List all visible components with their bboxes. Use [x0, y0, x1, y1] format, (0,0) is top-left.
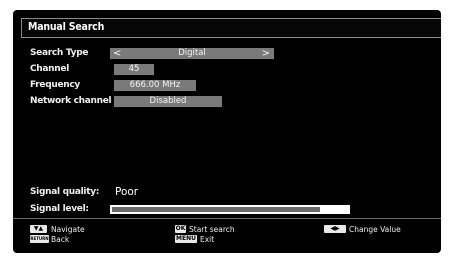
signal-quality-label: Signal quality: [30, 187, 100, 197]
menu-key-icon: MENU [175, 235, 197, 243]
navigate-hint: Navigate [51, 225, 85, 234]
signal-level-fill [112, 207, 320, 212]
start-search-hint: Start search [189, 225, 235, 234]
signal-level-label: Signal level: [30, 204, 89, 214]
network-scan-value: Disabled [149, 96, 187, 106]
left-right-keys-icon: ◀▶ [324, 225, 346, 233]
up-down-keys-icon: ▼▲ [30, 225, 47, 233]
arrow-right-icon[interactable]: > [262, 48, 270, 59]
search-type-value: Digital [178, 48, 206, 58]
return-key-icon: RETURN [30, 235, 49, 243]
footer-divider [13, 218, 441, 219]
tv-screen: Manual Search Search Type < Digital > Ch… [13, 10, 441, 253]
title-bar: Manual Search [21, 18, 441, 38]
signal-quality-value: Poor [115, 186, 139, 198]
channel-field[interactable]: 45 [114, 64, 154, 75]
page-title: Manual Search [28, 21, 105, 33]
frequency-value: 666.00 MHz [129, 80, 181, 90]
change-value-hint: Change Value [349, 225, 401, 234]
ok-key-icon: OK [175, 225, 186, 233]
network-scan-field[interactable]: Disabled [114, 96, 222, 107]
arrow-left-icon[interactable]: < [113, 48, 121, 59]
search-type-selector[interactable]: < Digital > [110, 48, 274, 59]
channel-value: 45 [128, 64, 140, 74]
exit-hint: Exit [200, 235, 215, 244]
back-hint: Back [51, 235, 70, 244]
frequency-label: Frequency [30, 80, 80, 90]
search-type-label: Search Type [30, 48, 89, 58]
channel-label: Channel [30, 64, 69, 74]
frequency-field[interactable]: 666.00 MHz [114, 80, 196, 91]
signal-level-bar [110, 205, 350, 214]
